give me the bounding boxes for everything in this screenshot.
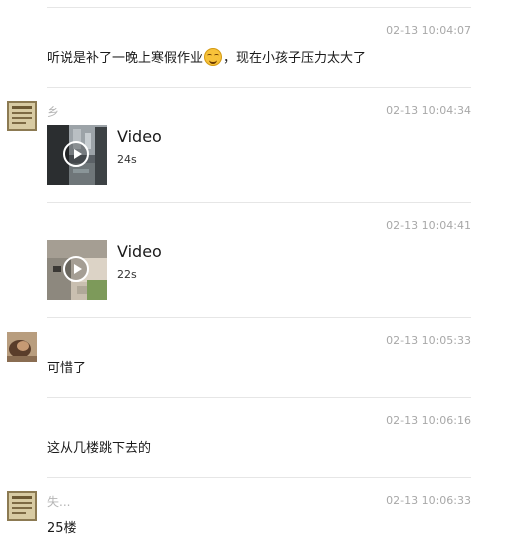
sender-name: 乡 [47,105,60,119]
message-item: 02-13 10:05:33 可惜了 [0,317,516,397]
message-timestamp: 02-13 10:06:16 [386,414,471,427]
message-text: 25楼 [47,521,77,536]
video-thumbnail[interactable] [47,125,107,185]
message-divider [47,87,471,88]
message-timestamp: 02-13 10:04:34 [386,104,471,117]
message-text: 可惜了 [47,361,87,376]
message-divider [47,202,471,203]
grin-sweat-emoji-icon [204,48,223,66]
message-divider [47,317,471,318]
message-timestamp: 02-13 10:06:33 [386,494,471,507]
message-item: 02-13 10:04:41 Video 22s [0,202,516,317]
video-title[interactable]: Video [117,127,162,146]
message-item: 02-13 10:04:07 听说是补了一晚上寒假作业 ，现在小孩子压力太大了 [0,7,516,87]
avatar[interactable] [7,332,37,362]
play-icon[interactable] [63,256,89,282]
video-duration: 24s [117,153,137,166]
message-divider [47,397,471,398]
message-text-part: 听说是补了一晚上寒假作业 [47,51,204,66]
avatar[interactable] [7,491,37,521]
avatar[interactable] [7,101,37,131]
message-item: 02-13 10:06:16 这从几楼跳下去的 [0,397,516,477]
video-title[interactable]: Video [117,242,162,261]
video-thumbnail[interactable] [47,240,107,300]
message-divider [47,477,471,478]
message-text: 这从几楼跳下去的 [47,441,152,456]
message-timestamp: 02-13 10:04:07 [386,24,471,37]
video-duration: 22s [117,268,137,281]
message-item: 失... 02-13 10:06:33 25楼 [0,477,516,554]
message-timestamp: 02-13 10:04:41 [386,219,471,232]
message-timestamp: 02-13 10:05:33 [386,334,471,347]
message-divider [47,7,471,8]
message-item: 乡 02-13 10:04:34 Video 24s [0,87,516,202]
play-icon[interactable] [63,141,89,167]
sender-name: 失... [47,495,71,509]
message-text: 听说是补了一晚上寒假作业 ，现在小孩子压力太大了 [47,47,366,66]
message-text-part: ，现在小孩子压力太大了 [223,51,367,66]
message-feed: 02-13 10:04:07 听说是补了一晚上寒假作业 ，现在小孩子压力太大了 乡… [0,0,516,554]
